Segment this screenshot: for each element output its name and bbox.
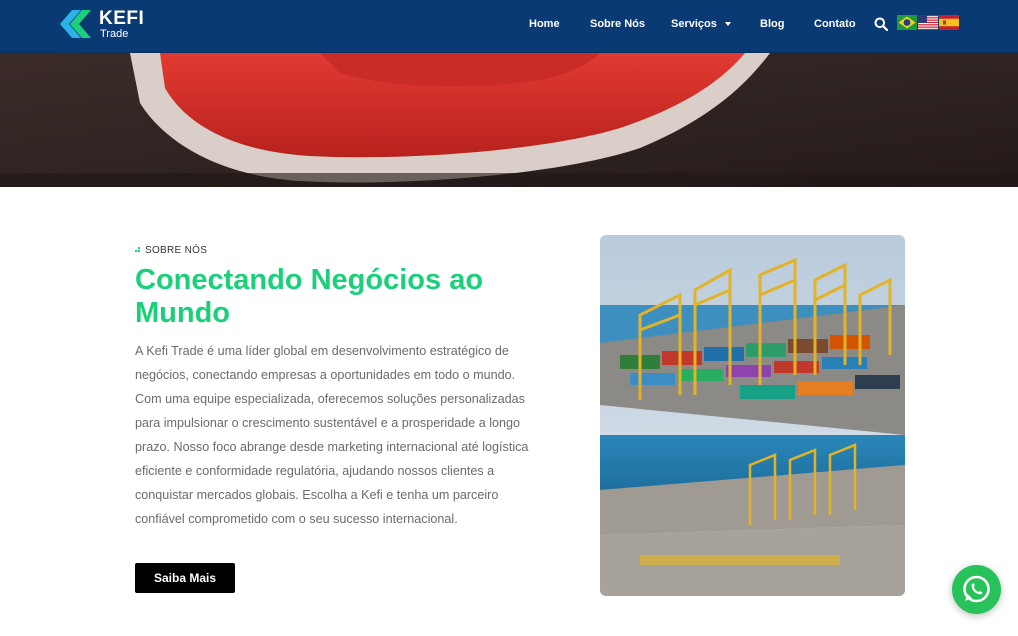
spain-flag-icon[interactable] xyxy=(939,15,959,30)
whatsapp-icon xyxy=(963,575,990,603)
nav-servicos[interactable]: Serviços xyxy=(671,17,731,31)
section-body: A Kefi Trade é uma líder global em desen… xyxy=(135,344,529,526)
section-eyebrow-label: SOBRE NÓS xyxy=(145,245,208,256)
site-header: KEFI Trade Home Sobre Nós Serviços Blog … xyxy=(0,0,1018,53)
nav-home[interactable]: Home xyxy=(529,17,560,31)
search-icon[interactable] xyxy=(874,17,888,31)
hero-ship-image xyxy=(0,53,1018,187)
usa-flag-icon[interactable] xyxy=(918,15,938,30)
brazil-flag-icon[interactable] xyxy=(897,15,917,30)
nav-servicos-label: Serviços xyxy=(671,18,717,30)
section-eyebrow: SOBRE NÓS xyxy=(135,245,207,257)
logo[interactable]: KEFI Trade xyxy=(60,7,150,41)
whatsapp-button[interactable] xyxy=(952,565,1001,614)
logo-mark-icon xyxy=(60,10,91,38)
section-title: Conectando Negócios ao Mundo xyxy=(135,264,484,329)
nav-contato[interactable]: Contato xyxy=(814,17,856,31)
nav-blog[interactable]: Blog xyxy=(760,17,784,31)
logo-wordmark: KEFI xyxy=(99,8,145,29)
saiba-mais-button[interactable]: Saiba Mais xyxy=(135,563,235,593)
port-cranes-image xyxy=(600,235,905,596)
nav-sobre-nos[interactable]: Sobre Nós xyxy=(590,17,645,31)
chevron-down-icon xyxy=(724,22,731,27)
dots-icon xyxy=(135,247,140,252)
logo-subtitle: Trade xyxy=(100,28,129,40)
